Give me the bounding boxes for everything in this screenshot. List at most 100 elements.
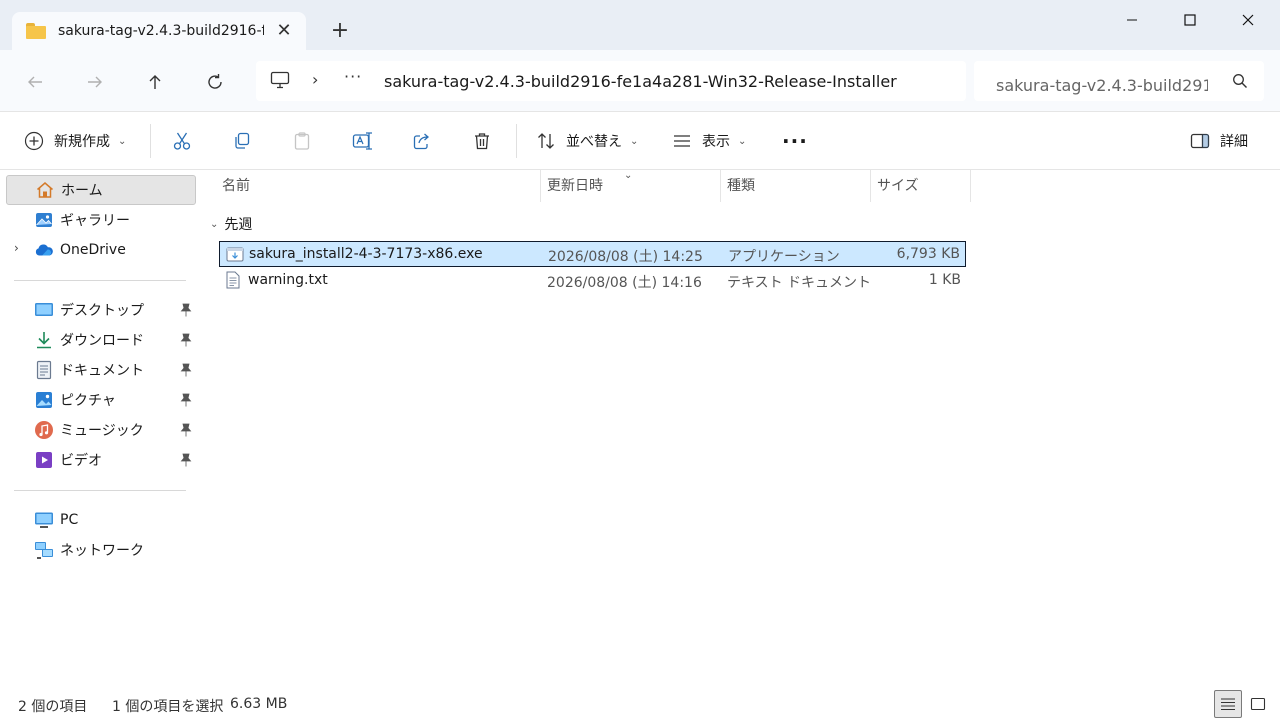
refresh-button[interactable] (200, 67, 230, 97)
download-icon (34, 330, 54, 350)
network-icon (34, 540, 54, 560)
share-icon (413, 133, 429, 150)
video-icon (34, 450, 54, 470)
status-bar: 2 個の項目 1 個の項目を選択 6.63 MB (0, 688, 1280, 720)
view-button-label: 表示 (702, 134, 730, 150)
chevron-down-icon: ⌄ (118, 135, 127, 147)
column-header-type[interactable]: 種類 (721, 170, 871, 202)
cut-button[interactable] (172, 126, 192, 156)
search-input[interactable]: sakura-tag-v2.4.3-build2916-fe1a4a281-Wi… (996, 72, 1208, 96)
document-icon (34, 360, 54, 380)
search-box[interactable]: sakura-tag-v2.4.3-build2916-fe1a4a281-Wi… (974, 61, 1264, 101)
share-button[interactable] (412, 126, 432, 156)
trash-icon (475, 133, 489, 150)
address-bar[interactable]: › ··· sakura-tag-v2.4.3-build2916-fe1a4a… (256, 61, 966, 101)
new-tab-button[interactable]: + (328, 20, 352, 44)
installer-file-icon (226, 245, 244, 267)
cloud-icon (34, 240, 54, 260)
breadcrumb-overflow-button[interactable]: ··· (344, 67, 362, 86)
maximize-button[interactable] (1160, 0, 1220, 40)
refresh-icon (208, 74, 222, 89)
search-icon (1232, 73, 1248, 93)
sidebar-item-downloads[interactable]: ダウンロード (6, 325, 196, 355)
sidebar-item-onedrive[interactable]: › OneDrive (6, 235, 196, 265)
sidebar-item-music[interactable]: ミュージック (6, 415, 196, 445)
pictures-icon (34, 390, 54, 410)
breadcrumb-current-folder[interactable]: sakura-tag-v2.4.3-build2916-fe1a4a281-Wi… (384, 72, 897, 91)
sort-icon (538, 133, 554, 149)
file-size: 1 KB (928, 272, 961, 288)
gallery-icon (34, 210, 54, 230)
sidebar-item-label: デスクトップ (60, 303, 144, 319)
computer-icon (34, 510, 54, 530)
sidebar-divider (14, 490, 186, 491)
navigation-pane: ホーム ギャラリー › OneDrive デスクトップ ダウンロード ドキュメン… (0, 170, 200, 688)
pin-icon[interactable] (180, 363, 192, 381)
sort-button[interactable]: 並べ替え ⌄ (536, 126, 638, 156)
sidebar-item-desktop[interactable]: デスクトップ (6, 295, 196, 325)
pin-icon[interactable] (180, 303, 192, 321)
column-header-size[interactable]: サイズ (871, 170, 971, 202)
sidebar-item-gallery[interactable]: ギャラリー (6, 205, 196, 235)
command-bar: 新規作成 ⌄ 並べ替え ⌄ 表示 ⌄ ··· 詳細 (0, 112, 1280, 170)
sidebar-item-pc[interactable]: PC (6, 505, 196, 535)
file-modified: 2026/08/08 (土) 14:16 (547, 275, 702, 291)
details-view-icon (1221, 698, 1235, 711)
table-row[interactable]: warning.txt 2026/08/08 (土) 14:16 テキスト ドキ… (219, 268, 966, 294)
arrow-right-icon (88, 76, 102, 88)
rename-icon (352, 132, 372, 150)
file-name: sakura_install2-4-3-7173-x86.exe (249, 246, 483, 262)
item-count: 2 個の項目 (18, 699, 88, 715)
sidebar-item-documents[interactable]: ドキュメント (6, 355, 196, 385)
back-button[interactable] (20, 67, 50, 97)
more-options-button[interactable]: ··· (782, 126, 808, 156)
table-row[interactable]: sakura_install2-4-3-7173-x86.exe 2026/08… (219, 241, 966, 267)
sidebar-item-home[interactable]: ホーム (6, 175, 196, 205)
tab-current-folder[interactable]: sakura-tag-v2.4.3-build2916-fe1a4a281-Wi… (12, 12, 306, 50)
copy-button[interactable] (232, 126, 252, 156)
scissors-icon (173, 132, 191, 150)
rename-button[interactable] (352, 126, 374, 156)
details-pane-label: 詳細 (1220, 134, 1248, 150)
tab-close-icon[interactable]: ✕ (274, 21, 294, 41)
text-file-icon (225, 271, 241, 293)
view-button[interactable]: 表示 ⌄ (672, 126, 746, 156)
pin-icon[interactable] (180, 453, 192, 471)
navigation-bar: › ··· sakura-tag-v2.4.3-build2916-fe1a4a… (0, 50, 1280, 112)
sidebar-item-label: ビデオ (60, 453, 102, 469)
tiles-view-button[interactable] (1244, 690, 1272, 718)
sidebar-item-label: ホーム (61, 183, 103, 199)
pin-icon[interactable] (180, 333, 192, 351)
home-icon (35, 180, 55, 200)
pin-icon[interactable] (180, 423, 192, 441)
folder-icon (26, 23, 46, 39)
paste-button[interactable] (292, 126, 312, 156)
chevron-right-icon[interactable]: › (14, 241, 19, 255)
sidebar-item-videos[interactable]: ビデオ (6, 445, 196, 475)
sidebar-item-pictures[interactable]: ピクチャ (6, 385, 196, 415)
minimize-button[interactable] (1102, 0, 1162, 40)
new-button[interactable]: 新規作成 ⌄ (24, 126, 126, 156)
close-window-button[interactable] (1218, 0, 1278, 40)
music-icon (34, 420, 54, 440)
sidebar-item-label: ピクチャ (60, 393, 116, 409)
copy-icon (235, 132, 250, 149)
sidebar-item-network[interactable]: ネットワーク (6, 535, 196, 565)
group-header[interactable]: ⌄ 先週 (210, 214, 252, 234)
details-pane-icon (1190, 133, 1210, 149)
sidebar-item-label: PC (60, 512, 79, 528)
details-pane-button[interactable]: 詳細 (1190, 126, 1248, 156)
delete-button[interactable] (472, 126, 492, 156)
maximize-icon (1184, 14, 1196, 26)
breadcrumb-chevron-icon[interactable]: › (312, 70, 318, 89)
computer-icon (270, 71, 290, 93)
forward-button[interactable] (80, 67, 110, 97)
column-header-name[interactable]: 名前 (216, 170, 541, 202)
up-button[interactable] (140, 67, 170, 97)
file-modified: 2026/08/08 (土) 14:25 (548, 249, 703, 265)
sidebar-item-label: OneDrive (60, 242, 126, 258)
view-list-icon (674, 135, 690, 147)
pin-icon[interactable] (180, 393, 192, 411)
new-button-label: 新規作成 (54, 134, 110, 150)
details-view-button[interactable] (1214, 690, 1242, 718)
